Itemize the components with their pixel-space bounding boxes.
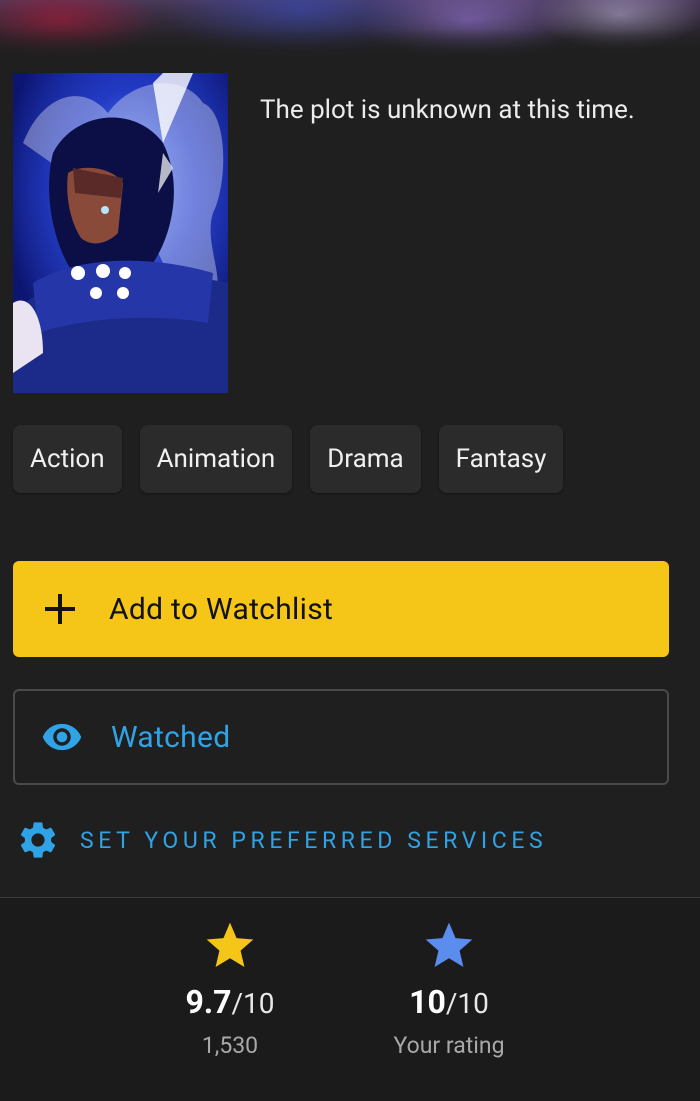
gear-icon (20, 822, 56, 858)
star-icon (425, 922, 473, 967)
user-rating-label: Your rating (393, 1032, 505, 1059)
watched-button[interactable]: Watched (13, 689, 669, 785)
ratings-panel (0, 898, 700, 1101)
add-to-watchlist-button[interactable]: Add to Watchlist (13, 561, 669, 657)
genre-chip-fantasy[interactable]: Fantasy (438, 425, 564, 493)
set-preferred-services-button[interactable]: SET YOUR PREFERRED SERVICES (16, 818, 547, 862)
imdb-rating[interactable]: 9.7/10 1,530 (150, 918, 310, 1059)
genre-chip-animation[interactable]: Animation (139, 425, 293, 493)
plus-icon (45, 594, 75, 624)
hero-backdrop (0, 0, 700, 58)
add-to-watchlist-label: Add to Watchlist (109, 591, 334, 627)
imdb-rating-count: 1,530 (201, 1032, 259, 1059)
eye-icon (42, 723, 82, 751)
watched-label: Watched (111, 719, 231, 755)
hero-backdrop-fade (0, 0, 700, 58)
user-rating[interactable]: 10/10 Your rating (369, 918, 529, 1059)
user-rating-score: 10/10 (409, 983, 489, 1021)
genre-chips: Action Animation Drama Fantasy (13, 425, 564, 493)
plot-summary: The plot is unknown at this time. (260, 95, 635, 125)
poster-artwork (13, 73, 228, 393)
genre-chip-action[interactable]: Action (13, 425, 122, 493)
set-preferred-services-label: SET YOUR PREFERRED SERVICES (80, 826, 548, 854)
star-icon (206, 922, 254, 967)
poster-image[interactable] (13, 73, 228, 393)
genre-chip-drama[interactable]: Drama (310, 425, 421, 493)
title-detail-page: The plot is unknown at this time. Action… (0, 0, 700, 1101)
imdb-rating-score: 9.7/10 (185, 983, 275, 1021)
